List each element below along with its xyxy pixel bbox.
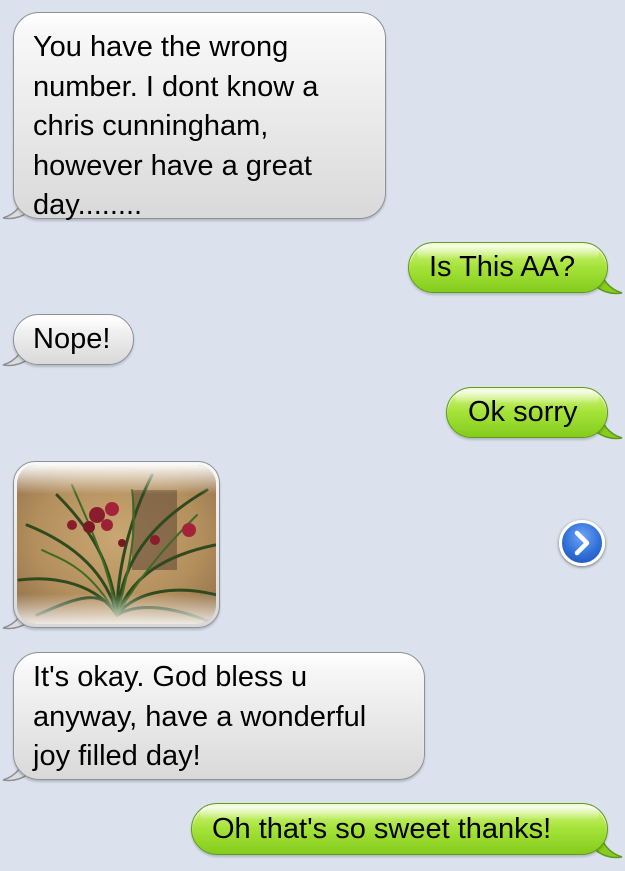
- blue-disclosure-arrow-icon[interactable]: [559, 520, 605, 566]
- message-thread: You have the wrong number. I dont know a…: [0, 0, 625, 871]
- received-message-bubble[interactable]: It's okay. God bless u anyway, have a wo…: [13, 652, 425, 780]
- sent-message-bubble[interactable]: Oh that's so sweet thanks!: [191, 803, 608, 855]
- sent-message-bubble[interactable]: Is This AA?: [408, 242, 608, 293]
- message-text: Nope!: [33, 323, 111, 355]
- message-text: It's okay. God bless u anyway, have a wo…: [33, 661, 367, 772]
- message-text: Is This AA?: [429, 251, 576, 283]
- message-text: Ok sorry: [468, 396, 578, 428]
- received-photo-bubble[interactable]: [13, 461, 220, 628]
- received-message-bubble[interactable]: You have the wrong number. I dont know a…: [13, 12, 386, 221]
- message-text: Oh that's so sweet thanks!: [212, 813, 552, 845]
- received-message-bubble[interactable]: Nope!: [13, 314, 134, 365]
- flowers-photo[interactable]: [17, 465, 216, 624]
- message-text: You have the wrong number. I dont know a…: [33, 31, 319, 221]
- sent-message-bubble[interactable]: Ok sorry: [446, 387, 608, 438]
